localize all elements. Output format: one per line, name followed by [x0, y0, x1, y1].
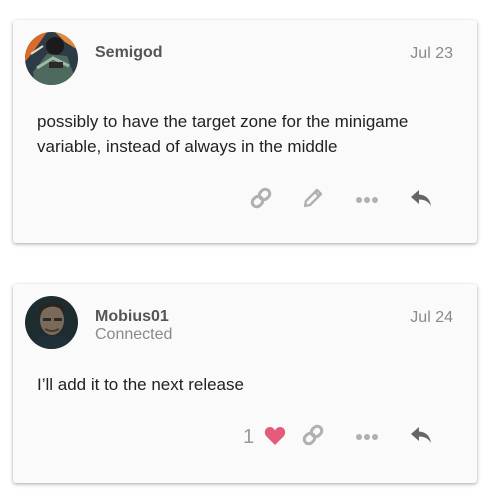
link-button[interactable]	[246, 185, 276, 215]
post-body: I’ll add it to the next release	[37, 375, 244, 394]
reply-icon	[410, 425, 432, 450]
post-body: possibly to have the target zone for the…	[37, 112, 409, 156]
pencil-icon	[301, 186, 325, 215]
post-date[interactable]: Jul 23	[410, 45, 453, 63]
more-button[interactable]	[352, 422, 382, 452]
post-card: Semigod Jul 23 possibly to have the targ…	[13, 20, 477, 243]
reply-button[interactable]	[406, 422, 436, 452]
edit-button[interactable]	[298, 185, 328, 215]
heart-icon	[264, 426, 286, 451]
link-button[interactable]	[298, 422, 328, 452]
more-icon	[356, 428, 378, 446]
post-date[interactable]: Jul 24	[410, 309, 453, 327]
avatar[interactable]	[25, 296, 78, 349]
reply-button[interactable]	[406, 185, 436, 215]
user-title: Connected	[95, 326, 173, 343]
username[interactable]: Mobius01	[95, 308, 169, 326]
like-button[interactable]	[260, 423, 290, 453]
more-icon	[356, 191, 378, 209]
like-count[interactable]: 1	[243, 426, 254, 449]
username[interactable]: Semigod	[95, 44, 163, 62]
avatar[interactable]	[25, 32, 78, 85]
post-card: Mobius01 Connected Jul 24 I’ll add it to…	[13, 284, 477, 483]
more-button[interactable]	[352, 185, 382, 215]
link-icon	[301, 423, 325, 452]
reply-icon	[410, 188, 432, 213]
link-icon	[249, 186, 273, 215]
